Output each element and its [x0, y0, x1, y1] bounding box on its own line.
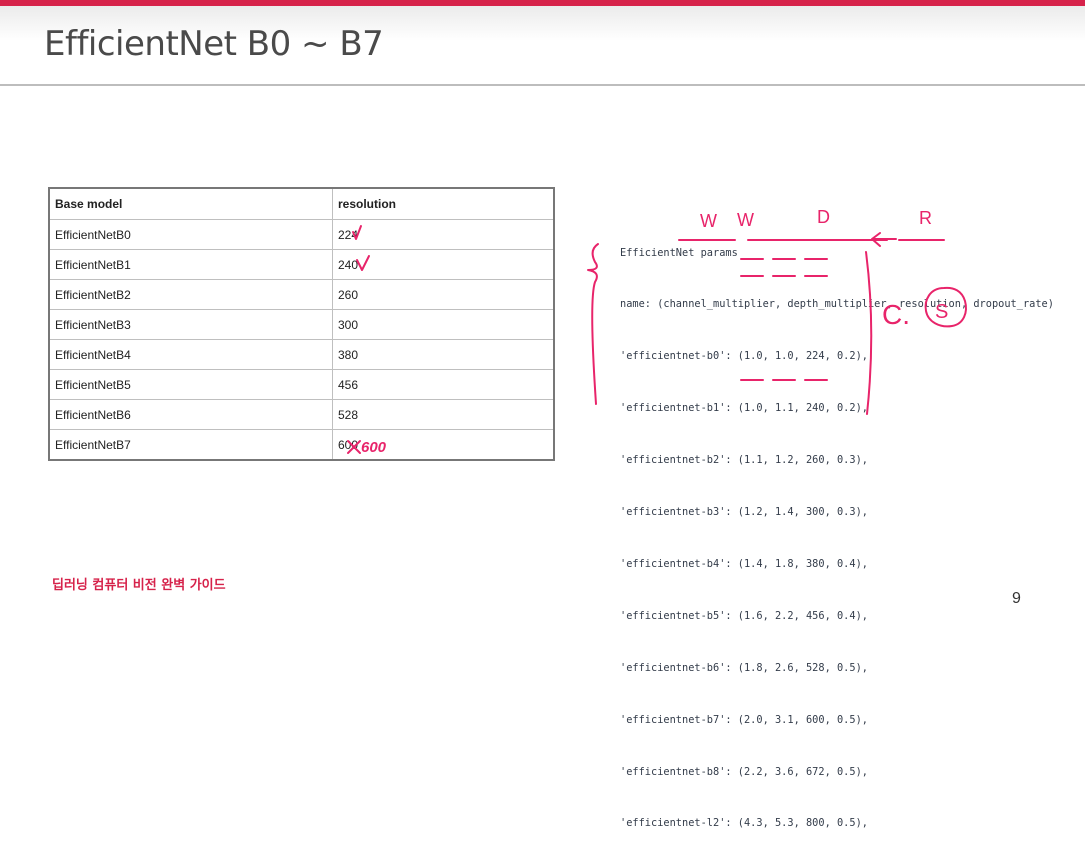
page-number: 9 [1012, 590, 1021, 607]
model-cell: EfficientNetB3 [48, 309, 333, 340]
resolution-cell: 380 [332, 339, 555, 370]
code-line: 'efficientnet-b4': (1.4, 1.8, 380, 0.4), [620, 557, 868, 570]
table-row: EfficientNetB5 456 [48, 369, 555, 400]
resolution-table: Base model resolution EfficientNetB0 224… [48, 187, 555, 461]
table-row: EfficientNetB1 240 [48, 249, 555, 280]
column-header-model: Base model [48, 187, 333, 220]
model-cell: EfficientNetB1 [48, 249, 333, 280]
code-line: EfficientNet params [620, 246, 738, 259]
table-row: EfficientNetB0 224 [48, 219, 555, 250]
resolution-cell: 456 [332, 369, 555, 400]
resolution-cell: 600 [332, 429, 555, 461]
slide-title: EfficientNet B0 ~ B7 [44, 24, 384, 64]
efficientnet-params-code: EfficientNet params name: (channel_multi… [620, 210, 1054, 850]
resolution-cell: 260 [332, 279, 555, 310]
resolution-cell: 224 [332, 219, 555, 250]
resolution-cell: 300 [332, 309, 555, 340]
code-line: 'efficientnet-b8': (2.2, 3.6, 672, 0.5), [620, 765, 868, 778]
model-cell: EfficientNetB5 [48, 369, 333, 400]
table-row: EfficientNetB2 260 [48, 279, 555, 310]
footer-course-title: 딥러닝 컴퓨터 비전 완벽 가이드 [52, 578, 226, 593]
header-divider [0, 84, 1085, 86]
table-row: EfficientNetB6 528 [48, 399, 555, 430]
resolution-cell: 240 [332, 249, 555, 280]
code-line: 'efficientnet-b1': (1.0, 1.1, 240, 0.2), [620, 402, 868, 415]
model-cell: EfficientNetB7 [48, 429, 333, 461]
column-header-resolution: resolution [332, 187, 555, 220]
code-line: 'efficientnet-b5': (1.6, 2.2, 456, 0.4), [620, 609, 868, 622]
code-line: 'efficientnet-b6': (1.8, 2.6, 528, 0.5), [620, 661, 868, 674]
code-line: 'efficientnet-b3': (1.2, 1.4, 300, 0.3), [620, 506, 868, 519]
table-header-row: Base model resolution [48, 187, 555, 220]
model-cell: EfficientNetB4 [48, 339, 333, 370]
code-line: 'efficientnet-b0': (1.0, 1.0, 224, 0.2), [620, 350, 868, 363]
left-brace-mark [587, 243, 599, 405]
code-line: 'efficientnet-b2': (1.1, 1.2, 260, 0.3), [620, 454, 868, 467]
code-line: name: (channel_multiplier, depth_multipl… [620, 298, 1054, 311]
table-row: EfficientNetB3 300 [48, 309, 555, 340]
model-cell: EfficientNetB6 [48, 399, 333, 430]
code-line: 'efficientnet-b7': (2.0, 3.1, 600, 0.5), [620, 713, 868, 726]
model-cell: EfficientNetB0 [48, 219, 333, 250]
table-row: EfficientNetB4 380 [48, 339, 555, 370]
resolution-cell: 528 [332, 399, 555, 430]
code-line: 'efficientnet-l2': (4.3, 5.3, 800, 0.5), [620, 817, 868, 830]
model-cell: EfficientNetB2 [48, 279, 333, 310]
table-row: EfficientNetB7 600 [48, 429, 555, 461]
